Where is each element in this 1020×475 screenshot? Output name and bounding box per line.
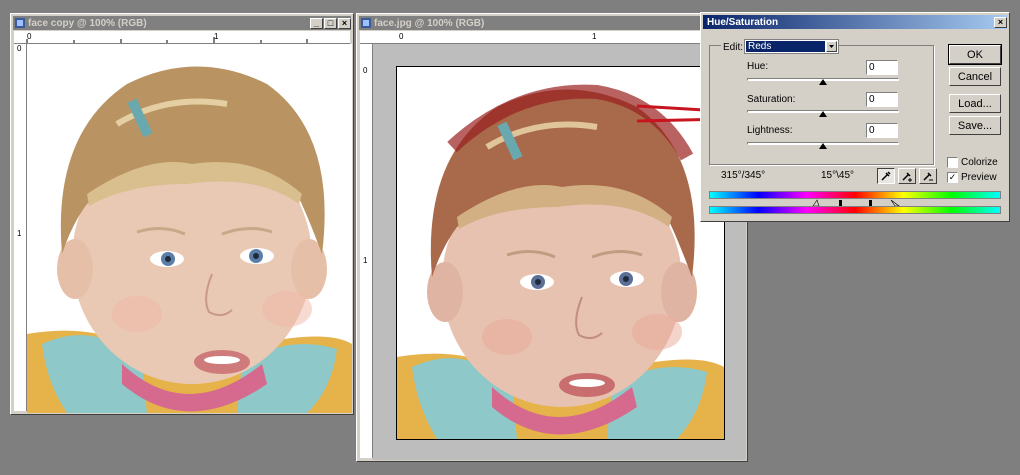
horizontal-ruler: 0 1 [360,31,744,44]
image-canvas[interactable] [396,66,725,440]
photoshop-doc-icon [15,18,25,28]
child-face-photo [27,66,352,413]
color-ramp-output [709,206,1001,214]
vertical-ruler: 0 1 [14,44,27,411]
minimize-button[interactable]: _ [310,17,323,29]
canvas-pasteboard[interactable] [373,44,746,460]
color-ramp-input [709,191,1001,199]
document-title: face.jpg @ 100% (RGB) [374,17,485,29]
eyedropper-minus-icon [923,172,933,181]
colorize-label: Colorize [961,157,998,168]
child-face-photo-adjusted [397,84,724,439]
range-left-readout: 315°/345° [721,170,766,181]
photoshop-doc-icon [361,18,371,28]
load-button[interactable]: Load... [949,94,1001,113]
lightness-input[interactable]: 0 [866,123,898,138]
lightness-slider-thumb[interactable] [819,143,827,149]
maximize-button[interactable]: □ [324,17,337,29]
eyedropper-button[interactable] [877,168,895,184]
cancel-button[interactable]: Cancel [949,67,1001,86]
image-canvas[interactable] [27,44,352,413]
dialog-close-button[interactable]: × [994,16,1007,28]
close-button[interactable]: × [338,17,351,29]
saturation-input[interactable]: 0 [866,92,898,107]
range-right-readout: 15°\45° [821,170,855,181]
eyedropper-add-button[interactable] [898,168,916,184]
eyedropper-subtract-button[interactable] [919,168,937,184]
edit-dropdown[interactable]: Reds [744,39,839,54]
ruler-label: 1 [363,256,368,265]
document-title: face copy @ 100% (RGB) [28,17,147,29]
edit-dropdown-value: Reds [746,41,825,52]
document-titlebar[interactable]: face.jpg @ 100% (RGB) [359,16,745,30]
lightness-label: Lightness: [747,125,793,136]
document-window-face-jpg[interactable]: face.jpg @ 100% (RGB) 0 1 0 1 [356,13,748,462]
hue-slider-thumb[interactable] [819,79,827,85]
hue-input[interactable]: 0 [866,60,898,75]
ok-button[interactable]: OK [948,44,1002,65]
dialog-titlebar[interactable]: Hue/Saturation × [703,15,1007,29]
preview-checkbox[interactable]: ✓ [947,172,958,183]
document-window-face-copy[interactable]: face copy @ 100% (RGB) _ □ × 0 1 0 1 [10,13,354,415]
ruler-label: 1 [592,32,597,41]
chevron-down-icon[interactable] [826,41,837,52]
edit-label: Edit: [721,42,746,53]
hue-label: Hue: [747,61,769,72]
vertical-ruler: 0 1 [360,44,373,458]
preview-label: Preview [961,172,997,183]
save-button[interactable]: Save... [949,116,1001,135]
ruler-label: 0 [399,32,404,41]
horizontal-ruler: 0 1 [14,31,350,44]
saturation-slider-thumb[interactable] [819,111,827,117]
dialog-title: Hue/Saturation [707,16,779,28]
eyedropper-plus-icon [902,172,912,182]
colorize-checkbox[interactable] [947,157,958,168]
eyedropper-icon [881,171,891,181]
hue-saturation-dialog[interactable]: Hue/Saturation × Edit: Reds Hue: 0 Satur… [700,12,1010,222]
document-titlebar[interactable]: face copy @ 100% (RGB) _ □ × [13,16,351,30]
ruler-label: 0 [363,66,368,75]
saturation-label: Saturation: [747,94,796,105]
ruler-label: 0 [17,44,22,53]
ruler-label: 1 [17,229,22,238]
